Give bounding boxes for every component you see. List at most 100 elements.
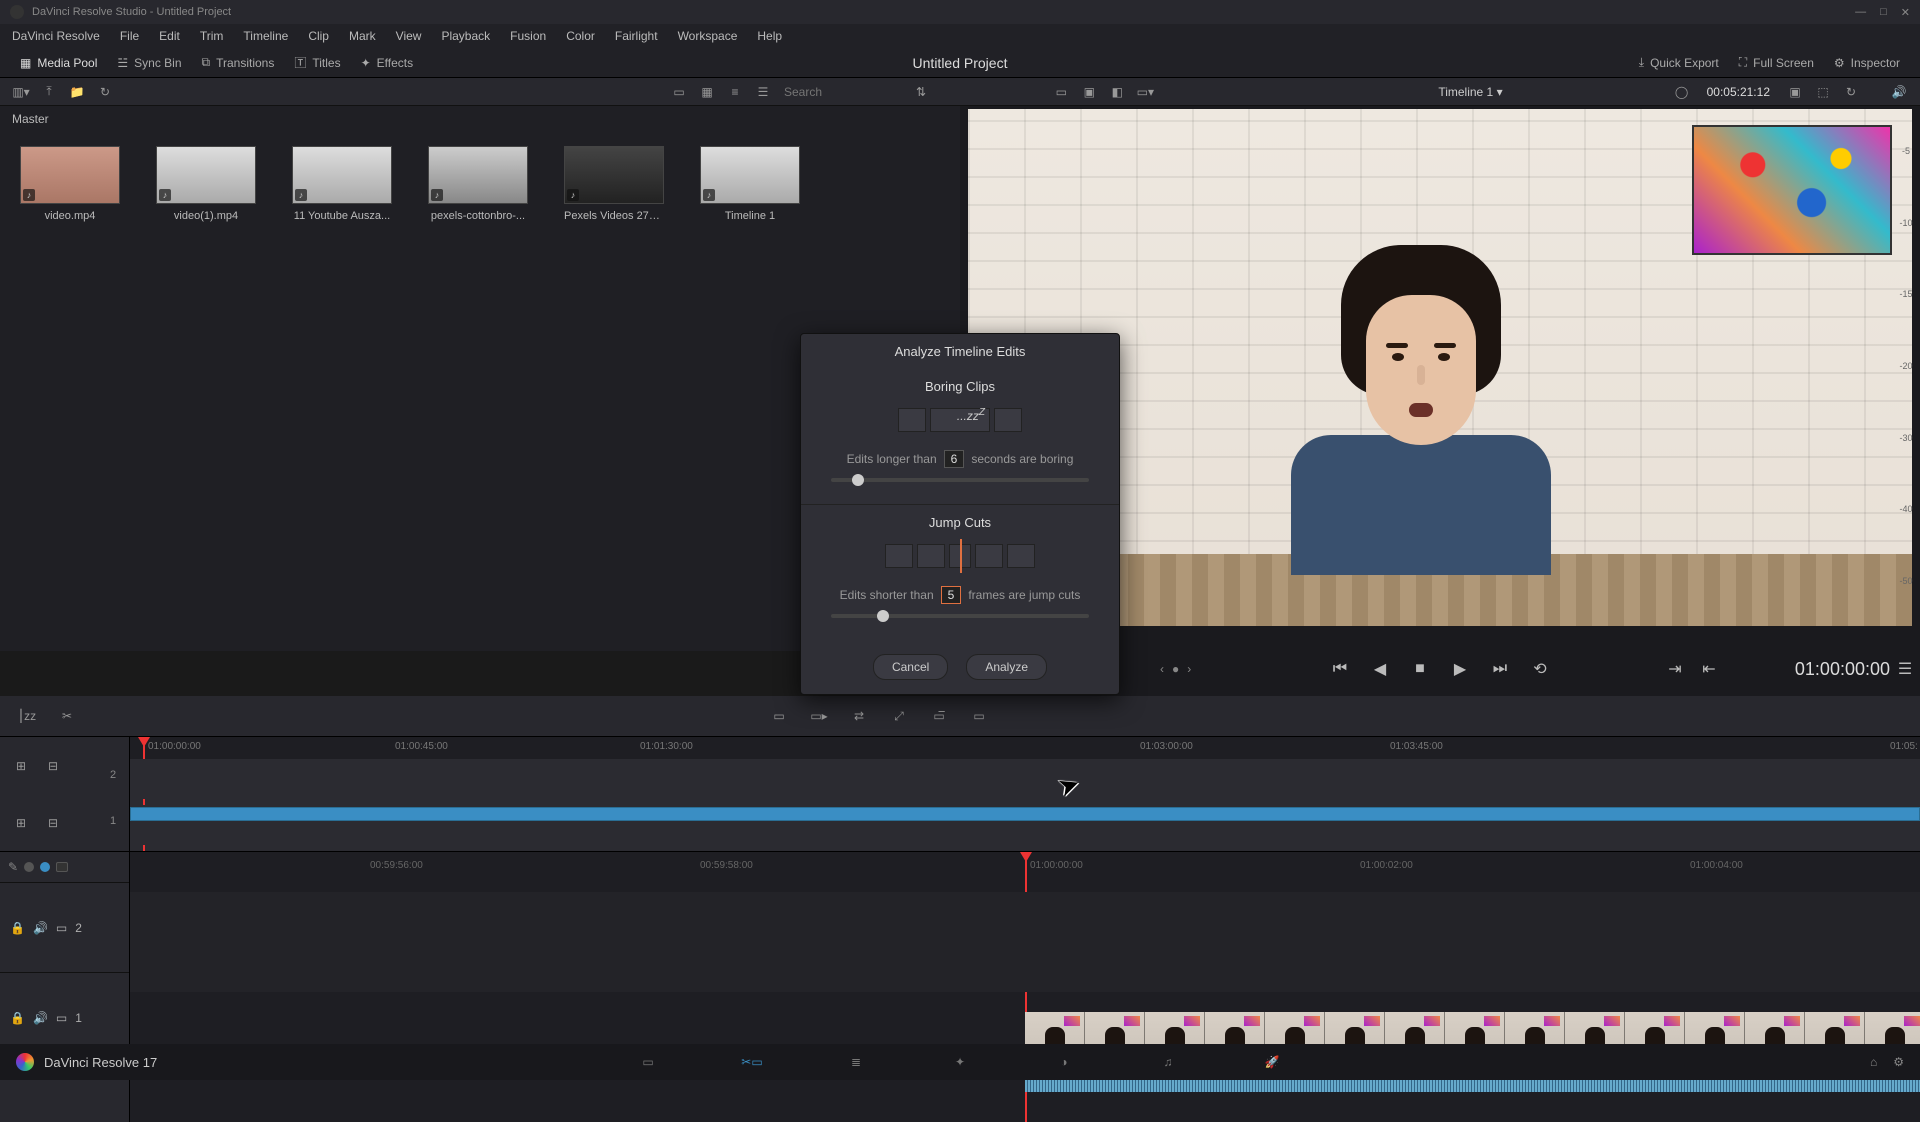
menu-workspace[interactable]: Workspace — [668, 29, 748, 43]
boring-seconds-input[interactable]: 6 — [944, 450, 964, 468]
menu-edit[interactable]: Edit — [149, 29, 190, 43]
upper-timeline[interactable]: ⊞ ⊟ ⊞ ⊟ 01:00:00:0001:00:45:0001:01:30:0… — [0, 736, 1920, 852]
deliver-page-button[interactable]: 🚀 — [1260, 1052, 1284, 1072]
timeline-sync-icon[interactable]: ⊟ — [40, 753, 66, 779]
place-on-top-button[interactable]: ▭̅ — [926, 703, 952, 729]
step-back-button[interactable]: ◀ — [1369, 658, 1391, 680]
ripple-overwrite-button[interactable]: ⇄ — [846, 703, 872, 729]
window-close-button[interactable]: ✕ — [1901, 6, 1910, 19]
viewer-options-dropdown[interactable]: ▭▾ — [1134, 82, 1156, 102]
menu-trim[interactable]: Trim — [190, 29, 234, 43]
bin-view-dropdown[interactable]: ▥▾ — [10, 82, 32, 102]
menu-mark[interactable]: Mark — [339, 29, 386, 43]
lower-track-2-empty[interactable] — [130, 892, 1920, 992]
loop-button[interactable]: ↻ — [1840, 82, 1862, 102]
menu-view[interactable]: View — [386, 29, 432, 43]
color-page-button[interactable]: ◑ — [1052, 1052, 1076, 1072]
play-button[interactable]: ▶ — [1449, 658, 1471, 680]
menu-playback[interactable]: Playback — [431, 29, 500, 43]
timeline-lock-icon[interactable]: ⊞ — [8, 753, 34, 779]
track-toggle-3[interactable] — [56, 862, 68, 872]
clip-thumbnail[interactable]: ♪11 Youtube Ausza... — [292, 146, 392, 222]
loop-playback-button[interactable]: ⟲ — [1529, 658, 1551, 680]
track-lock-icon[interactable]: 🔒 — [10, 1011, 25, 1025]
import-folder-button[interactable]: 📁 — [66, 82, 88, 102]
viewer-menu-button[interactable]: ☰ — [1894, 658, 1916, 680]
timeline-audio-icon[interactable]: ⊟ — [40, 810, 66, 836]
analyze-button[interactable]: Analyze — [966, 654, 1047, 680]
quick-export-button[interactable]: ⤓ Quick Export — [1629, 51, 1729, 74]
clip-thumbnail[interactable]: ♪Pexels Videos 279... — [564, 146, 664, 222]
strip-view-button[interactable]: ≡ — [724, 82, 746, 102]
boring-slider[interactable] — [831, 478, 1089, 482]
timeline-clip[interactable] — [130, 807, 1920, 821]
timeline-tools-icon[interactable]: ⊞ — [8, 810, 34, 836]
track-video-icon[interactable]: ▭ — [56, 921, 67, 935]
menu-timeline[interactable]: Timeline — [233, 29, 298, 43]
menu-fairlight[interactable]: Fairlight — [605, 29, 668, 43]
track-mute-icon[interactable]: 🔊 — [33, 921, 48, 935]
match-frame-button[interactable]: ▣ — [1784, 82, 1806, 102]
menu-file[interactable]: File — [110, 29, 149, 43]
mute-button[interactable]: 🔊 — [1888, 82, 1910, 102]
mark-out-button[interactable]: ⇤ — [1698, 658, 1720, 680]
transitions-toggle[interactable]: ⧉ Transitions — [192, 51, 285, 74]
clip-thumbnail[interactable]: ♪pexels-cottonbro-... — [428, 146, 528, 222]
media-page-button[interactable]: ▭ — [636, 1052, 660, 1072]
fusion-page-button[interactable]: ✦ — [948, 1052, 972, 1072]
project-settings-button[interactable]: ⚙ — [1893, 1055, 1904, 1069]
track-video-icon[interactable]: ▭ — [56, 1011, 67, 1025]
jump-frames-input[interactable]: 5 — [941, 586, 961, 604]
refresh-button[interactable]: ↻ — [94, 82, 116, 102]
window-maximize-button[interactable]: □ — [1880, 6, 1887, 19]
track-toggle-2[interactable] — [40, 862, 50, 872]
menu-fusion[interactable]: Fusion — [500, 29, 556, 43]
menu-color[interactable]: Color — [556, 29, 605, 43]
sync-bin-toggle[interactable]: ☱ Sync Bin — [107, 52, 191, 74]
go-to-start-button[interactable]: ⏮ — [1329, 658, 1351, 680]
clip-thumbnail[interactable]: ♪Timeline 1 — [700, 146, 800, 222]
track-mute-icon[interactable]: 🔊 — [33, 1011, 48, 1025]
append-button[interactable]: ▭▸ — [806, 703, 832, 729]
cut-page-button[interactable]: ✂▭ — [740, 1052, 764, 1072]
closeup-button[interactable]: ⤢ — [886, 703, 912, 729]
edit-page-button[interactable]: ≣ — [844, 1052, 868, 1072]
search-input[interactable] — [784, 85, 904, 99]
metadata-view-button[interactable]: ▭ — [668, 82, 690, 102]
media-pool-toggle[interactable]: ▦ Media Pool — [10, 52, 107, 74]
clip-thumbnail[interactable]: ♪video.mp4 — [20, 146, 120, 222]
window-minimize-button[interactable]: — — [1855, 6, 1866, 19]
timeline-ruler[interactable]: 01:00:00:0001:00:45:0001:01:30:0001:03:0… — [130, 737, 1920, 759]
boring-detector-button[interactable]: ⎮zz — [14, 703, 40, 729]
source-overwrite-button[interactable]: ▭ — [966, 703, 992, 729]
split-clip-button[interactable]: ✂ — [54, 703, 80, 729]
list-view-button[interactable]: ☰ — [752, 82, 774, 102]
clip-thumbnail[interactable]: ♪video(1).mp4 — [156, 146, 256, 222]
import-media-button[interactable]: ⤒ — [38, 82, 60, 102]
prev-edit-button[interactable]: ‹ — [1160, 662, 1164, 676]
cancel-button[interactable]: Cancel — [873, 654, 948, 680]
bin-path[interactable]: Master — [0, 106, 960, 132]
stop-button[interactable]: ■ — [1409, 658, 1431, 680]
track-lock-icon[interactable]: 🔒 — [10, 921, 25, 935]
titles-toggle[interactable]: 🅃 Titles — [284, 50, 350, 75]
next-edit-button[interactable]: › — [1187, 662, 1191, 676]
inspector-toggle[interactable]: ⚙ Inspector — [1824, 51, 1910, 74]
lower-timeline[interactable]: ✎ 🔒 🔊 ▭ 2 🔒 🔊 ▭ 1 00:59:56:0000:59:58:00… — [0, 852, 1920, 1122]
home-button[interactable]: ⌂ — [1870, 1055, 1877, 1069]
menu-clip[interactable]: Clip — [298, 29, 339, 43]
timeline-name[interactable]: Timeline 1 ▾ — [1438, 85, 1502, 99]
mark-in-button[interactable]: ⇥ — [1664, 658, 1686, 680]
viewer-mode-1[interactable]: ▭ — [1050, 82, 1072, 102]
thumbnail-view-button[interactable]: ▦ — [696, 82, 718, 102]
viewer-mode-2[interactable]: ▣ — [1078, 82, 1100, 102]
track-toggle-1[interactable] — [24, 862, 34, 872]
effects-toggle[interactable]: ✦ Effects — [351, 52, 424, 74]
smart-insert-button[interactable]: ▭ — [766, 703, 792, 729]
viewer-timecode[interactable]: 01:00:00:00 — [1795, 659, 1890, 680]
edit-index-icon[interactable]: ✎ — [8, 860, 18, 874]
bypass-button[interactable]: ⬚ — [1812, 82, 1834, 102]
video-track-2[interactable]: 2 — [130, 759, 1920, 799]
jump-slider[interactable] — [831, 614, 1089, 618]
fairlight-page-button[interactable]: ♫ — [1156, 1052, 1180, 1072]
